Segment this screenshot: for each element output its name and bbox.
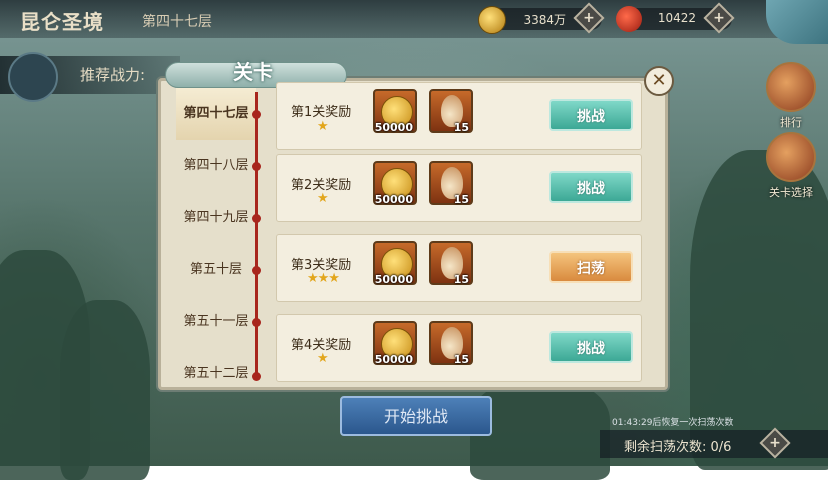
dragon-value: 10422 xyxy=(657,11,696,25)
timeline-dot xyxy=(252,110,261,119)
recover-timer: 01:43:29后恢复一次扫荡次数 xyxy=(612,418,734,428)
page-title: 昆仑圣境 xyxy=(20,10,104,34)
gold-value: 3384万 xyxy=(523,13,566,27)
reward-coin[interactable]: 50000 xyxy=(373,161,417,206)
reward-qty: 50000 xyxy=(374,273,413,286)
rank-button[interactable]: 排行 xyxy=(766,62,816,130)
level-item-52[interactable]: 第五十二层 xyxy=(176,348,256,384)
start-challenge-button[interactable]: 开始挑战 xyxy=(340,396,492,436)
stage-row-4: 第4关奖励 ★ 50000 15 挑战 xyxy=(276,314,642,382)
cloud-emblem-icon xyxy=(8,52,58,102)
timeline-dot xyxy=(252,318,261,327)
level-item-50[interactable]: 第五十层 xyxy=(176,244,256,296)
gold-coin-icon xyxy=(478,6,506,34)
sweep-button[interactable]: 扫荡 xyxy=(549,251,633,283)
timeline-dot xyxy=(252,214,261,223)
level-item-49[interactable]: 第四十九层 xyxy=(176,192,256,244)
challenge-button[interactable]: 挑战 xyxy=(549,331,633,363)
timeline-dot xyxy=(252,266,261,275)
reward-qty: 15 xyxy=(453,193,469,206)
challenge-button[interactable]: 挑战 xyxy=(549,171,633,203)
timeline-line xyxy=(255,92,258,380)
level-list: 第四十七层 第四十八层 第四十九层 第五十层 第五十一层 第五十二层 xyxy=(176,88,256,384)
stage-row-3: 第3关奖励 ★★★ 50000 15 扫荡 xyxy=(276,234,642,302)
reward-coin[interactable]: 50000 xyxy=(373,321,417,366)
star-icon: ★ xyxy=(317,119,329,134)
reward-gourd[interactable]: 15 xyxy=(429,241,473,286)
reward-qty: 15 xyxy=(453,353,469,366)
star-icon: ★ xyxy=(317,191,329,206)
reward-qty: 15 xyxy=(453,121,469,134)
stage-row-2: 第2关奖励 ★ 50000 15 挑战 xyxy=(276,154,642,222)
reward-gourd[interactable]: 15 xyxy=(429,161,473,206)
panel-title: 关卡 xyxy=(233,60,273,84)
map-icon xyxy=(766,132,816,182)
floor-subtitle: 第四十七层 xyxy=(142,14,212,30)
challenge-button[interactable]: 挑战 xyxy=(549,99,633,131)
panel-header: 关卡 xyxy=(165,52,347,88)
stage-label: 第1关奖励 xyxy=(291,105,352,120)
star-icon: ★★★ xyxy=(307,271,340,286)
reward-coin[interactable]: 50000 xyxy=(373,89,417,134)
reward-gourd[interactable]: 15 xyxy=(429,321,473,366)
reward-qty: 50000 xyxy=(374,353,413,366)
mountain-left-2 xyxy=(60,300,150,480)
timeline-dot xyxy=(252,162,261,171)
dragon-resource: 10422 + xyxy=(616,2,735,34)
reward-coin[interactable]: 50000 xyxy=(373,241,417,286)
remaining-sweeps: 剩余扫荡次数: 0/6 xyxy=(624,440,732,455)
level-item-48[interactable]: 第四十八层 xyxy=(176,140,256,192)
reward-gourd[interactable]: 15 xyxy=(429,89,473,134)
recommended-power-label: 推荐战力: xyxy=(80,66,146,84)
stage-row-1: 第1关奖励 ★ 50000 15 挑战 xyxy=(276,82,642,150)
timeline-dot xyxy=(252,372,261,381)
reward-qty: 15 xyxy=(453,273,469,286)
red-dragon-icon xyxy=(616,6,642,32)
stage-select-button[interactable]: 关卡选择 xyxy=(766,132,816,200)
scroll-icon xyxy=(766,62,816,112)
level-item-51[interactable]: 第五十一层 xyxy=(176,296,256,348)
close-button[interactable]: ✕ xyxy=(644,66,674,96)
level-item-47[interactable]: 第四十七层 xyxy=(176,88,256,140)
reward-qty: 50000 xyxy=(374,121,413,134)
star-icon: ★ xyxy=(317,351,329,366)
reward-qty: 50000 xyxy=(374,193,413,206)
gold-resource: 3384万 + xyxy=(478,2,605,34)
